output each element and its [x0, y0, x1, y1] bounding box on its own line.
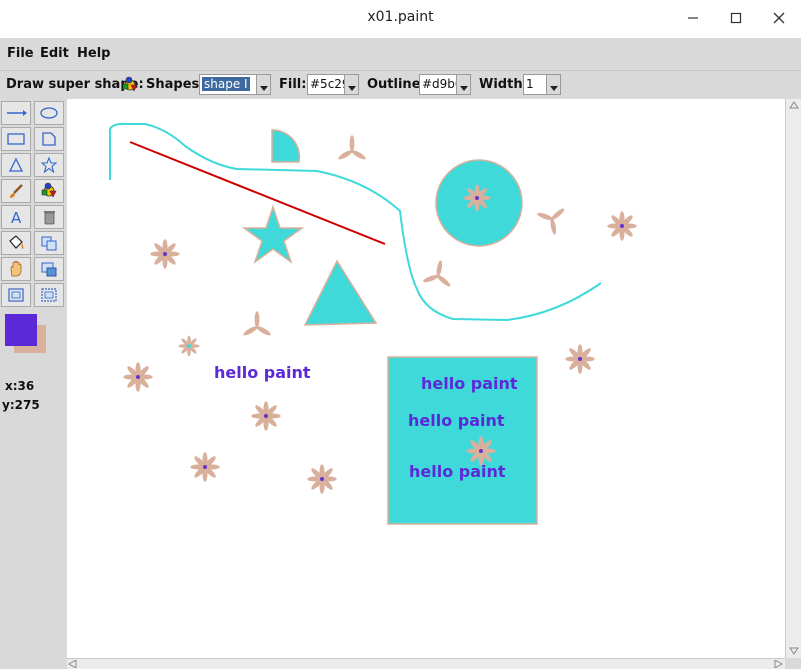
- cut-corner-square-icon: [42, 132, 56, 146]
- ellipse-icon: [40, 107, 58, 119]
- eraser-tool-button[interactable]: [34, 205, 64, 229]
- propeller-shape[interactable]: [242, 311, 272, 337]
- letter-a-icon: A: [11, 209, 22, 225]
- frame-icon: [8, 288, 24, 302]
- super-shape-tool-button[interactable]: [34, 179, 64, 203]
- polygon-tool-button[interactable]: [34, 127, 64, 151]
- canvas-text: hello paint: [421, 374, 518, 393]
- pan-tool-button[interactable]: [1, 257, 31, 281]
- fit-tool-button[interactable]: [1, 283, 31, 307]
- flower-shape[interactable]: [190, 452, 220, 482]
- scroll-left-icon[interactable]: [68, 660, 77, 668]
- frame-dashed-icon: [41, 288, 57, 302]
- shapes-select-value: shape I: [202, 77, 250, 91]
- brush-icon: [10, 184, 23, 198]
- maximize-icon: [730, 12, 742, 24]
- move-window-icon: [41, 262, 57, 277]
- triangle-icon: [8, 157, 24, 172]
- menu-edit[interactable]: Edit: [40, 46, 69, 61]
- chevron-down-icon[interactable]: [546, 75, 560, 94]
- fill-tool-button[interactable]: [1, 231, 31, 255]
- vertical-scrollbar[interactable]: [785, 99, 801, 658]
- bin-icon: [44, 211, 55, 225]
- rectangle-tool-button[interactable]: [1, 127, 31, 151]
- rectangle-icon: [7, 133, 25, 145]
- scroll-corner: [785, 658, 801, 669]
- maximize-button[interactable]: [721, 6, 751, 30]
- propeller-shape[interactable]: [422, 260, 451, 288]
- fit-all-tool-button[interactable]: [34, 283, 64, 307]
- oval-tool-button[interactable]: [34, 101, 64, 125]
- minimize-button[interactable]: [678, 6, 708, 30]
- text-tool-button[interactable]: A: [1, 205, 31, 229]
- horizontal-scrollbar[interactable]: [67, 658, 785, 669]
- star-tool-button[interactable]: [34, 153, 64, 177]
- chevron-down-icon[interactable]: [344, 75, 358, 94]
- triangle-shape: [303, 259, 378, 326]
- canvas-text: hello paint: [409, 462, 506, 481]
- width-select-value: 1: [526, 77, 534, 91]
- shapes-label: Shapes:: [146, 77, 205, 92]
- width-select[interactable]: 1: [523, 74, 561, 95]
- close-icon: [773, 12, 785, 24]
- flower-shape[interactable]: [463, 184, 491, 212]
- canvas-drawing[interactable]: hello paint hello paint hello paint hell…: [67, 99, 785, 658]
- svg-text:A: A: [11, 209, 22, 225]
- chevron-down-icon[interactable]: [256, 75, 270, 94]
- options-toolbar: Draw super shape: Shapes: shape I Fill: …: [0, 71, 801, 99]
- fill-select[interactable]: #5c29: [307, 74, 359, 95]
- width-label: Width:: [479, 77, 528, 92]
- line-arrow-icon: [7, 110, 27, 116]
- color-shapes-icon: [41, 182, 57, 198]
- flower-shape[interactable]: [307, 464, 337, 494]
- drawing-canvas[interactable]: hello paint hello paint hello paint hell…: [67, 99, 785, 658]
- shapes-select[interactable]: shape I: [199, 74, 271, 95]
- x-coordinate: x:36: [5, 379, 35, 393]
- menu-file[interactable]: File: [7, 46, 34, 61]
- scroll-right-icon[interactable]: [774, 660, 783, 668]
- paint-bucket-icon: [9, 235, 24, 249]
- outline-select[interactable]: #d9b0: [419, 74, 471, 95]
- close-button[interactable]: [764, 6, 794, 30]
- star-icon: [41, 157, 57, 173]
- flower-shape[interactable]: [150, 239, 180, 269]
- flower-shape[interactable]: [251, 401, 281, 431]
- flower-shape[interactable]: [178, 335, 200, 357]
- copy-icon: [41, 236, 57, 251]
- move-tool-button[interactable]: [34, 257, 64, 281]
- hand-icon: [10, 260, 22, 277]
- quarter-circle-shape: [271, 129, 301, 163]
- outline-label: Outline:: [367, 77, 426, 92]
- canvas-text: hello paint: [214, 363, 311, 382]
- canvas-text: hello paint: [408, 411, 505, 430]
- flower-shape[interactable]: [123, 362, 153, 392]
- star-shape: [241, 204, 305, 264]
- y-coordinate: y:275: [2, 398, 40, 412]
- scroll-down-icon[interactable]: [789, 647, 799, 655]
- title-bar: x01.paint: [0, 0, 801, 38]
- tool-palette: A x:36 y:275: [0, 99, 67, 669]
- brush-tool-button[interactable]: [1, 179, 31, 203]
- chevron-down-icon[interactable]: [456, 75, 470, 94]
- triangle-tool-button[interactable]: [1, 153, 31, 177]
- propeller-shape[interactable]: [536, 207, 565, 235]
- flower-shape[interactable]: [565, 344, 595, 374]
- line-tool-button[interactable]: [1, 101, 31, 125]
- menu-bar: File Edit Help: [0, 38, 801, 71]
- propeller-shape[interactable]: [337, 135, 367, 161]
- menu-help[interactable]: Help: [77, 46, 110, 61]
- fill-color-swatch[interactable]: [5, 314, 37, 346]
- fill-label: Fill:: [279, 77, 307, 92]
- minimize-icon: [688, 17, 698, 19]
- scroll-up-icon[interactable]: [789, 101, 799, 109]
- flower-shape[interactable]: [607, 211, 637, 241]
- super-shape-icon: [122, 76, 138, 92]
- duplicate-tool-button[interactable]: [34, 231, 64, 255]
